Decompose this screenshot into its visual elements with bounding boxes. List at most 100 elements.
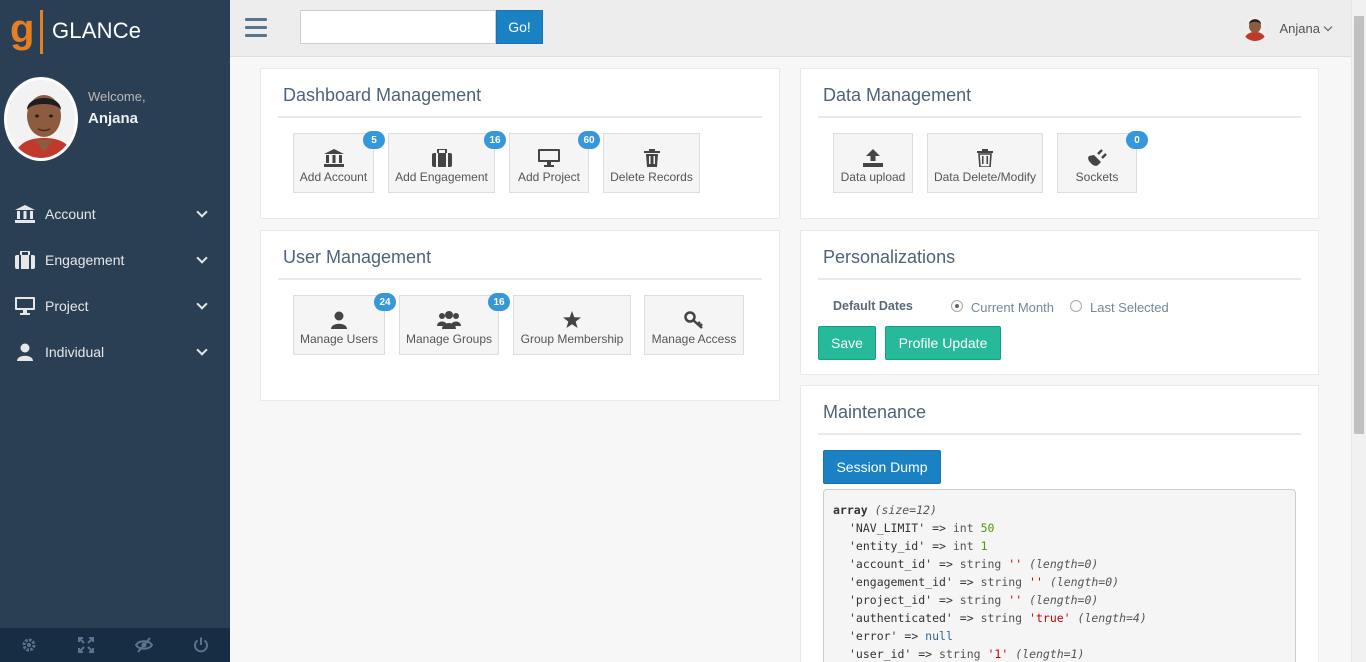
dump-value-type: int — [952, 539, 974, 553]
sidebar-item-label: Account — [45, 206, 96, 222]
brand-name: GLANCe — [52, 18, 142, 43]
side-nav: Account Engagement Project Individual — [0, 191, 230, 375]
tile-label: Delete Records — [610, 170, 693, 184]
session-dump-output: array (size=12) 'NAV_LIMIT' => int 50 'en… — [823, 489, 1296, 662]
personalizations-panel: Personalizations Default Dates Current M… — [800, 230, 1319, 375]
count-badge: 60 — [578, 131, 600, 149]
manage-access-button[interactable]: Manage Access — [644, 295, 744, 355]
sidebar-item-label: Engagement — [45, 252, 125, 268]
dump-meta: (length=4) — [1077, 611, 1147, 625]
menu-toggle-icon[interactable] — [245, 18, 267, 38]
user-menu[interactable]: Anjana — [1241, 15, 1333, 41]
delete-records-button[interactable]: Delete Records — [603, 133, 700, 193]
fullscreen-icon[interactable] — [58, 628, 115, 662]
briefcase-icon — [431, 149, 452, 167]
dump-value: 1 — [980, 539, 988, 553]
go-button[interactable]: Go! — [496, 10, 543, 44]
add-project-button[interactable]: Add Project 60 — [509, 131, 600, 193]
group-membership-button[interactable]: Group Membership — [513, 295, 631, 355]
chevron-down-icon — [1323, 22, 1333, 31]
page-scrollbar[interactable] — [1351, 0, 1366, 662]
dump-key: 'NAV_LIMIT' — [849, 521, 926, 535]
sidebar-item-individual[interactable]: Individual — [0, 329, 230, 375]
panel-title: Maintenance — [823, 402, 927, 422]
monitor-icon — [14, 297, 36, 315]
manage-users-button[interactable]: Manage Users 24 — [293, 293, 396, 355]
last-selected-radio[interactable] — [1069, 300, 1082, 312]
avatar — [4, 77, 78, 161]
data-delete-modify-button[interactable]: Data Delete/Modify — [927, 133, 1043, 193]
profile: Welcome, Anjana — [4, 77, 146, 161]
tile-label: Manage Access — [651, 332, 737, 346]
dump-value: '' — [1008, 557, 1023, 571]
divider — [278, 278, 762, 280]
dump-value: null — [925, 629, 953, 643]
save-button[interactable]: Save — [818, 326, 876, 360]
dump-meta: (length=0) — [1049, 575, 1120, 589]
dump-value: '' — [1008, 593, 1023, 607]
user-icon — [331, 311, 347, 329]
search-input[interactable] — [300, 10, 496, 44]
dump-line: 'NAV_LIMIT' => int 50 — [849, 521, 995, 535]
dump-value: 50 — [980, 521, 995, 535]
sidebar-item-project[interactable]: Project — [0, 283, 230, 329]
dump-value: '1' — [987, 647, 1009, 661]
upload-icon — [863, 149, 883, 167]
add-account-button[interactable]: Add Account 5 — [293, 131, 385, 193]
dump-key: 'engagement_id' — [849, 575, 953, 589]
dump-meta: (size=12) — [874, 503, 937, 517]
tile-label: Group Membership — [520, 332, 624, 346]
divider — [818, 433, 1301, 435]
manage-groups-button[interactable]: Manage Groups 16 — [399, 293, 510, 355]
dump-value: '' — [1029, 575, 1043, 589]
dump-line: 'entity_id' => int 1 — [849, 539, 988, 553]
dump-meta: (length=1) — [1015, 647, 1085, 661]
data-management-panel: Data Management Data upload Data Delete/… — [800, 68, 1319, 219]
sidebar: g GLANCe Welcome, Anjana Account Engagem… — [0, 0, 230, 662]
profile-name: Anjana — [88, 110, 139, 127]
dump-key: 'error' — [849, 629, 898, 643]
sidebar-item-engagement[interactable]: Engagement — [0, 237, 230, 283]
chevron-down-icon — [196, 298, 208, 310]
chevron-down-icon — [196, 344, 208, 356]
divider — [818, 278, 1301, 280]
dump-line: 'user_id' => string '1' (length=1) — [849, 647, 1085, 661]
dump-value: 'true' — [1029, 611, 1071, 625]
dump-line: 'authenticated' => string 'true' (length… — [849, 611, 1147, 625]
data-upload-button[interactable]: Data upload — [833, 133, 913, 193]
tile-label: Add Project — [517, 170, 581, 184]
scrollbar-thumb[interactable] — [1354, 16, 1364, 434]
brand[interactable]: g GLANCe — [10, 7, 142, 54]
dump-value-type: string — [959, 557, 1002, 571]
radio-label: Last Selected — [1089, 300, 1169, 315]
sockets-button[interactable]: Sockets 0 — [1057, 131, 1148, 193]
star-icon — [562, 311, 582, 329]
count-badge: 0 — [1126, 131, 1148, 149]
power-icon[interactable] — [173, 628, 230, 662]
current-month-radio[interactable] — [950, 300, 963, 312]
avatar — [1241, 15, 1268, 41]
eye-slash-icon[interactable] — [115, 628, 172, 662]
add-engagement-button[interactable]: Add Engagement 16 — [388, 131, 506, 193]
top-nav: Go! Anjana — [230, 0, 1351, 57]
panel-title: Data Management — [823, 85, 972, 105]
gear-icon[interactable] — [0, 628, 57, 662]
session-dump-button[interactable]: Session Dump — [823, 450, 941, 484]
dump-value-type: int — [952, 521, 974, 535]
profile-update-button[interactable]: Profile Update — [885, 326, 1001, 360]
maintenance-panel: Maintenance Session Dump array (size=12)… — [800, 385, 1319, 662]
dump-value-type: string — [980, 611, 1023, 625]
dump-key: 'entity_id' — [849, 539, 926, 553]
sidebar-footer — [0, 628, 230, 662]
users-icon — [437, 311, 461, 329]
sidebar-item-account[interactable]: Account — [0, 191, 230, 237]
divider — [818, 116, 1301, 118]
dump-meta: (length=0) — [1029, 593, 1099, 607]
count-badge: 24 — [374, 293, 396, 311]
user-icon — [14, 343, 36, 361]
tile-label: Add Engagement — [395, 170, 488, 184]
key-icon — [684, 311, 704, 329]
tile-label: Manage Groups — [405, 332, 493, 346]
tile-label: Sockets — [1075, 170, 1119, 184]
radio-label: Current Month — [970, 300, 1054, 315]
